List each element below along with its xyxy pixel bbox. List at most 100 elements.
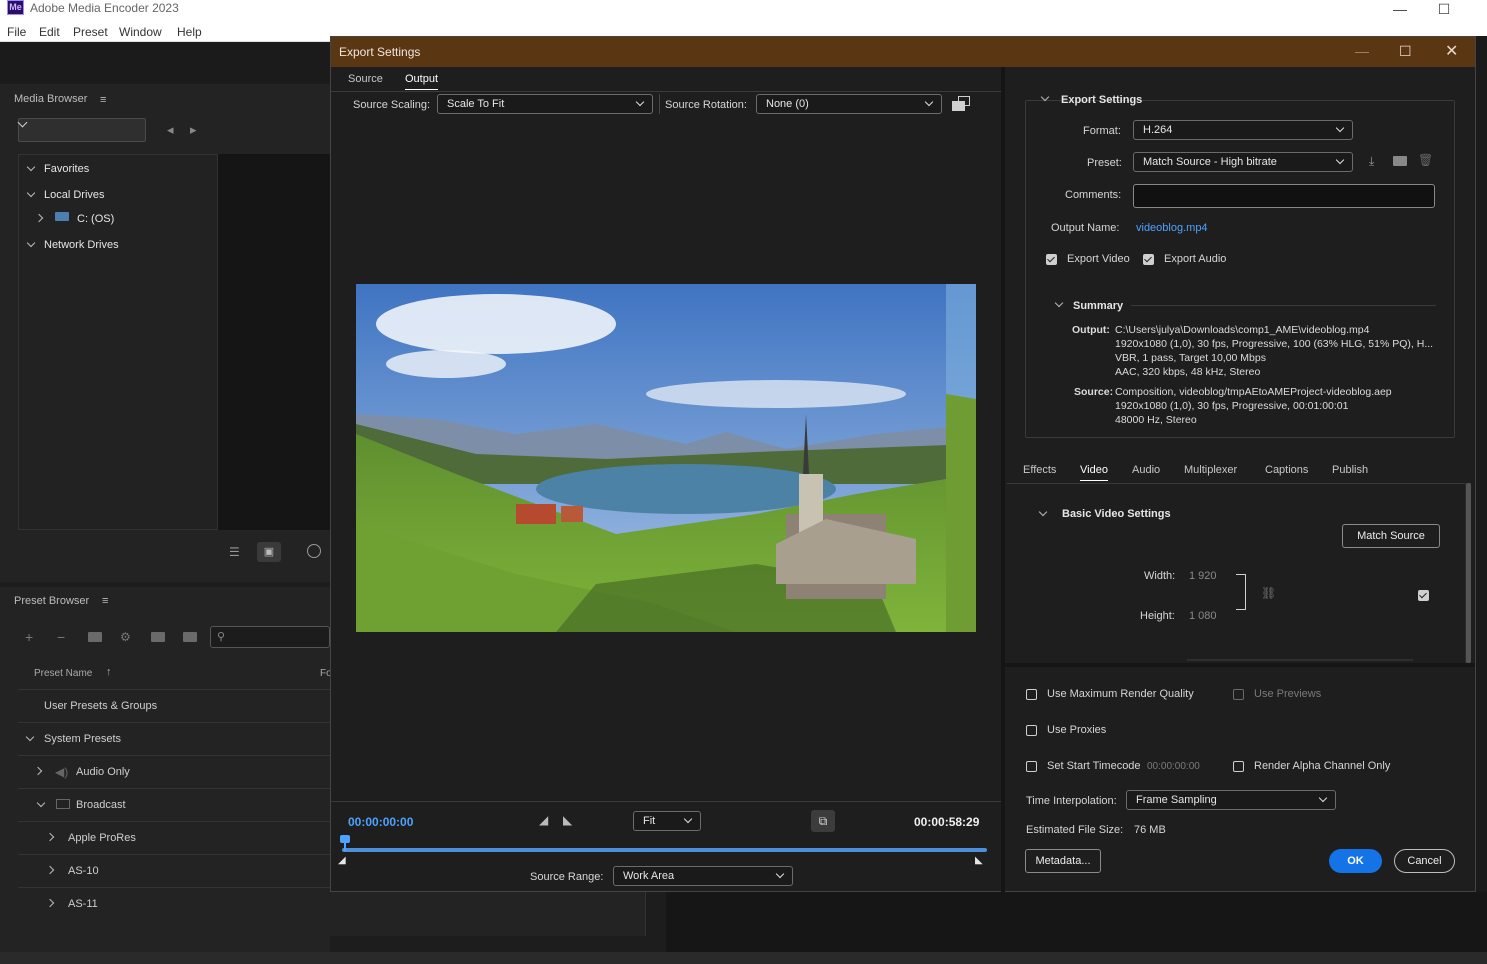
menu-window[interactable]: Window xyxy=(119,25,162,39)
expand-icon[interactable] xyxy=(26,188,36,198)
import-icon[interactable] xyxy=(183,632,197,642)
current-timecode[interactable]: 00:00:00:00 xyxy=(348,815,413,829)
preset-row-apple-prores[interactable]: Apple ProRes xyxy=(68,832,136,844)
match-source-button[interactable]: Match Source xyxy=(1342,524,1440,548)
preset-row-as-10[interactable]: AS-10 xyxy=(68,865,99,877)
set-out-point-icon[interactable]: ◣ xyxy=(563,813,572,827)
preset-row-system-presets[interactable]: System Presets xyxy=(44,733,121,745)
set-in-point-icon[interactable]: ◢ xyxy=(539,813,548,827)
set-start-timecode-checkbox[interactable] xyxy=(1026,761,1037,772)
start-timecode-value[interactable]: 00:00:00:00 xyxy=(1147,761,1200,772)
tab-audio[interactable]: Audio xyxy=(1132,464,1160,476)
time-interpolation-dropdown[interactable]: Frame Sampling xyxy=(1126,790,1336,810)
max-render-quality-checkbox[interactable] xyxy=(1026,689,1037,700)
panel-menu-icon[interactable]: ≡ xyxy=(100,94,106,106)
collapse-icon[interactable] xyxy=(45,832,55,842)
tree-item-network-drives[interactable]: Network Drives xyxy=(44,239,119,251)
ok-button[interactable]: OK xyxy=(1329,849,1382,873)
remove-preset-icon[interactable]: − xyxy=(57,629,65,645)
crop-icon[interactable] xyxy=(952,96,970,112)
menu-edit[interactable]: Edit xyxy=(39,25,60,39)
format-dropdown[interactable]: H.264 xyxy=(1133,120,1353,140)
preset-row-user-presets[interactable]: User Presets & Groups xyxy=(44,700,157,712)
tab-video[interactable]: Video xyxy=(1080,464,1108,481)
menu-preset[interactable]: Preset xyxy=(73,25,108,39)
chevron-down-icon xyxy=(1318,793,1328,803)
settings-tab-divider xyxy=(1007,483,1465,484)
export-video-checkbox[interactable] xyxy=(1046,254,1057,265)
cancel-button[interactable]: Cancel xyxy=(1394,849,1455,873)
aspect-ratio-toggle-icon[interactable]: ⧉ xyxy=(811,810,835,832)
link-icon[interactable]: ⛓ xyxy=(1261,586,1276,600)
back-arrow-icon[interactable]: ◂ xyxy=(167,122,174,138)
location-dropdown[interactable] xyxy=(18,118,146,142)
tab-source[interactable]: Source xyxy=(348,73,383,85)
pane-splitter[interactable] xyxy=(1001,67,1005,893)
duplicate-icon[interactable] xyxy=(151,632,165,642)
expand-icon[interactable] xyxy=(26,162,36,172)
preset-row-as-11[interactable]: AS-11 xyxy=(68,898,98,910)
tree-item-local-drives[interactable]: Local Drives xyxy=(44,189,105,201)
dialog-maximize-icon[interactable]: ☐ xyxy=(1399,43,1412,60)
thumbnail-view-icon[interactable]: ▣ xyxy=(257,542,281,562)
delete-preset-icon[interactable]: 🗑 xyxy=(1418,153,1433,167)
preset-dropdown[interactable]: Match Source - High bitrate xyxy=(1133,152,1353,172)
export-audio-checkbox[interactable] xyxy=(1143,254,1154,265)
settings-scrollbar-track[interactable] xyxy=(1465,483,1471,663)
source-range-dropdown[interactable]: Work Area xyxy=(613,866,793,886)
preset-row-audio-only[interactable]: Audio Only xyxy=(76,766,130,778)
zoom-slider-handle[interactable] xyxy=(307,544,321,558)
match-dimension-checkbox[interactable] xyxy=(1418,590,1429,601)
preset-search-input[interactable]: ⚲ xyxy=(210,626,330,648)
use-proxies-checkbox[interactable] xyxy=(1026,725,1037,736)
basic-video-collapse-icon[interactable] xyxy=(1038,507,1048,517)
column-header-preset-name[interactable]: Preset Name xyxy=(34,668,92,679)
timeline-track[interactable] xyxy=(342,848,987,852)
list-view-icon[interactable]: ☰ xyxy=(229,545,240,559)
menu-help[interactable]: Help xyxy=(177,25,202,39)
add-preset-icon[interactable]: + xyxy=(25,629,33,645)
comments-input[interactable] xyxy=(1133,184,1435,208)
sort-arrow-icon[interactable]: ↑ xyxy=(106,666,112,678)
dialog-minimize-icon[interactable]: — xyxy=(1355,43,1369,59)
out-point-marker[interactable]: ◣ xyxy=(975,855,983,866)
tab-publish[interactable]: Publish xyxy=(1332,464,1368,476)
panel-menu-icon[interactable]: ≡ xyxy=(102,595,108,607)
expand-icon[interactable] xyxy=(25,732,35,742)
playhead-handle[interactable] xyxy=(340,835,350,851)
height-value[interactable]: 1 080 xyxy=(1189,610,1217,622)
render-alpha-checkbox[interactable] xyxy=(1233,761,1244,772)
maximize-icon[interactable]: ☐ xyxy=(1421,0,1467,20)
metadata-button[interactable]: Metadata... xyxy=(1025,849,1101,873)
save-preset-icon[interactable]: ⤓ xyxy=(1369,154,1374,169)
zoom-dropdown[interactable]: Fit xyxy=(633,811,701,831)
width-value[interactable]: 1 920 xyxy=(1189,570,1217,582)
output-name-link[interactable]: videoblog.mp4 xyxy=(1136,222,1208,234)
in-point-marker[interactable]: ◢ xyxy=(338,855,346,866)
collapse-icon[interactable] xyxy=(34,213,44,223)
import-preset-icon[interactable] xyxy=(1393,156,1407,166)
tree-item-favorites[interactable]: Favorites xyxy=(44,163,89,175)
menu-file[interactable]: File xyxy=(7,25,26,39)
basic-video-heading: Basic Video Settings xyxy=(1062,508,1171,520)
source-rotation-dropdown[interactable]: None (0) xyxy=(756,94,942,114)
expand-icon[interactable] xyxy=(26,238,36,248)
tab-effects[interactable]: Effects xyxy=(1023,464,1056,476)
collapse-icon[interactable] xyxy=(45,865,55,875)
forward-arrow-icon[interactable]: ▸ xyxy=(190,122,197,138)
collapse-icon[interactable] xyxy=(33,766,43,776)
new-group-icon[interactable] xyxy=(88,632,102,642)
minimize-icon[interactable]: — xyxy=(1377,0,1423,20)
use-previews-checkbox[interactable] xyxy=(1233,689,1244,700)
expand-icon[interactable] xyxy=(36,798,46,808)
settings-icon[interactable]: ⚙ xyxy=(120,630,131,644)
tree-item-c-drive[interactable]: C: (OS) xyxy=(77,213,114,225)
preset-row-broadcast[interactable]: Broadcast xyxy=(76,799,126,811)
collapse-icon[interactable] xyxy=(45,898,55,908)
tab-output[interactable]: Output xyxy=(405,73,439,90)
dialog-close-icon[interactable]: ✕ xyxy=(1445,41,1458,61)
tab-multiplexer[interactable]: Multiplexer xyxy=(1184,464,1237,476)
source-scaling-dropdown[interactable]: Scale To Fit xyxy=(437,94,653,114)
settings-scrollbar-thumb[interactable] xyxy=(1466,483,1471,663)
tab-captions[interactable]: Captions xyxy=(1265,464,1308,476)
